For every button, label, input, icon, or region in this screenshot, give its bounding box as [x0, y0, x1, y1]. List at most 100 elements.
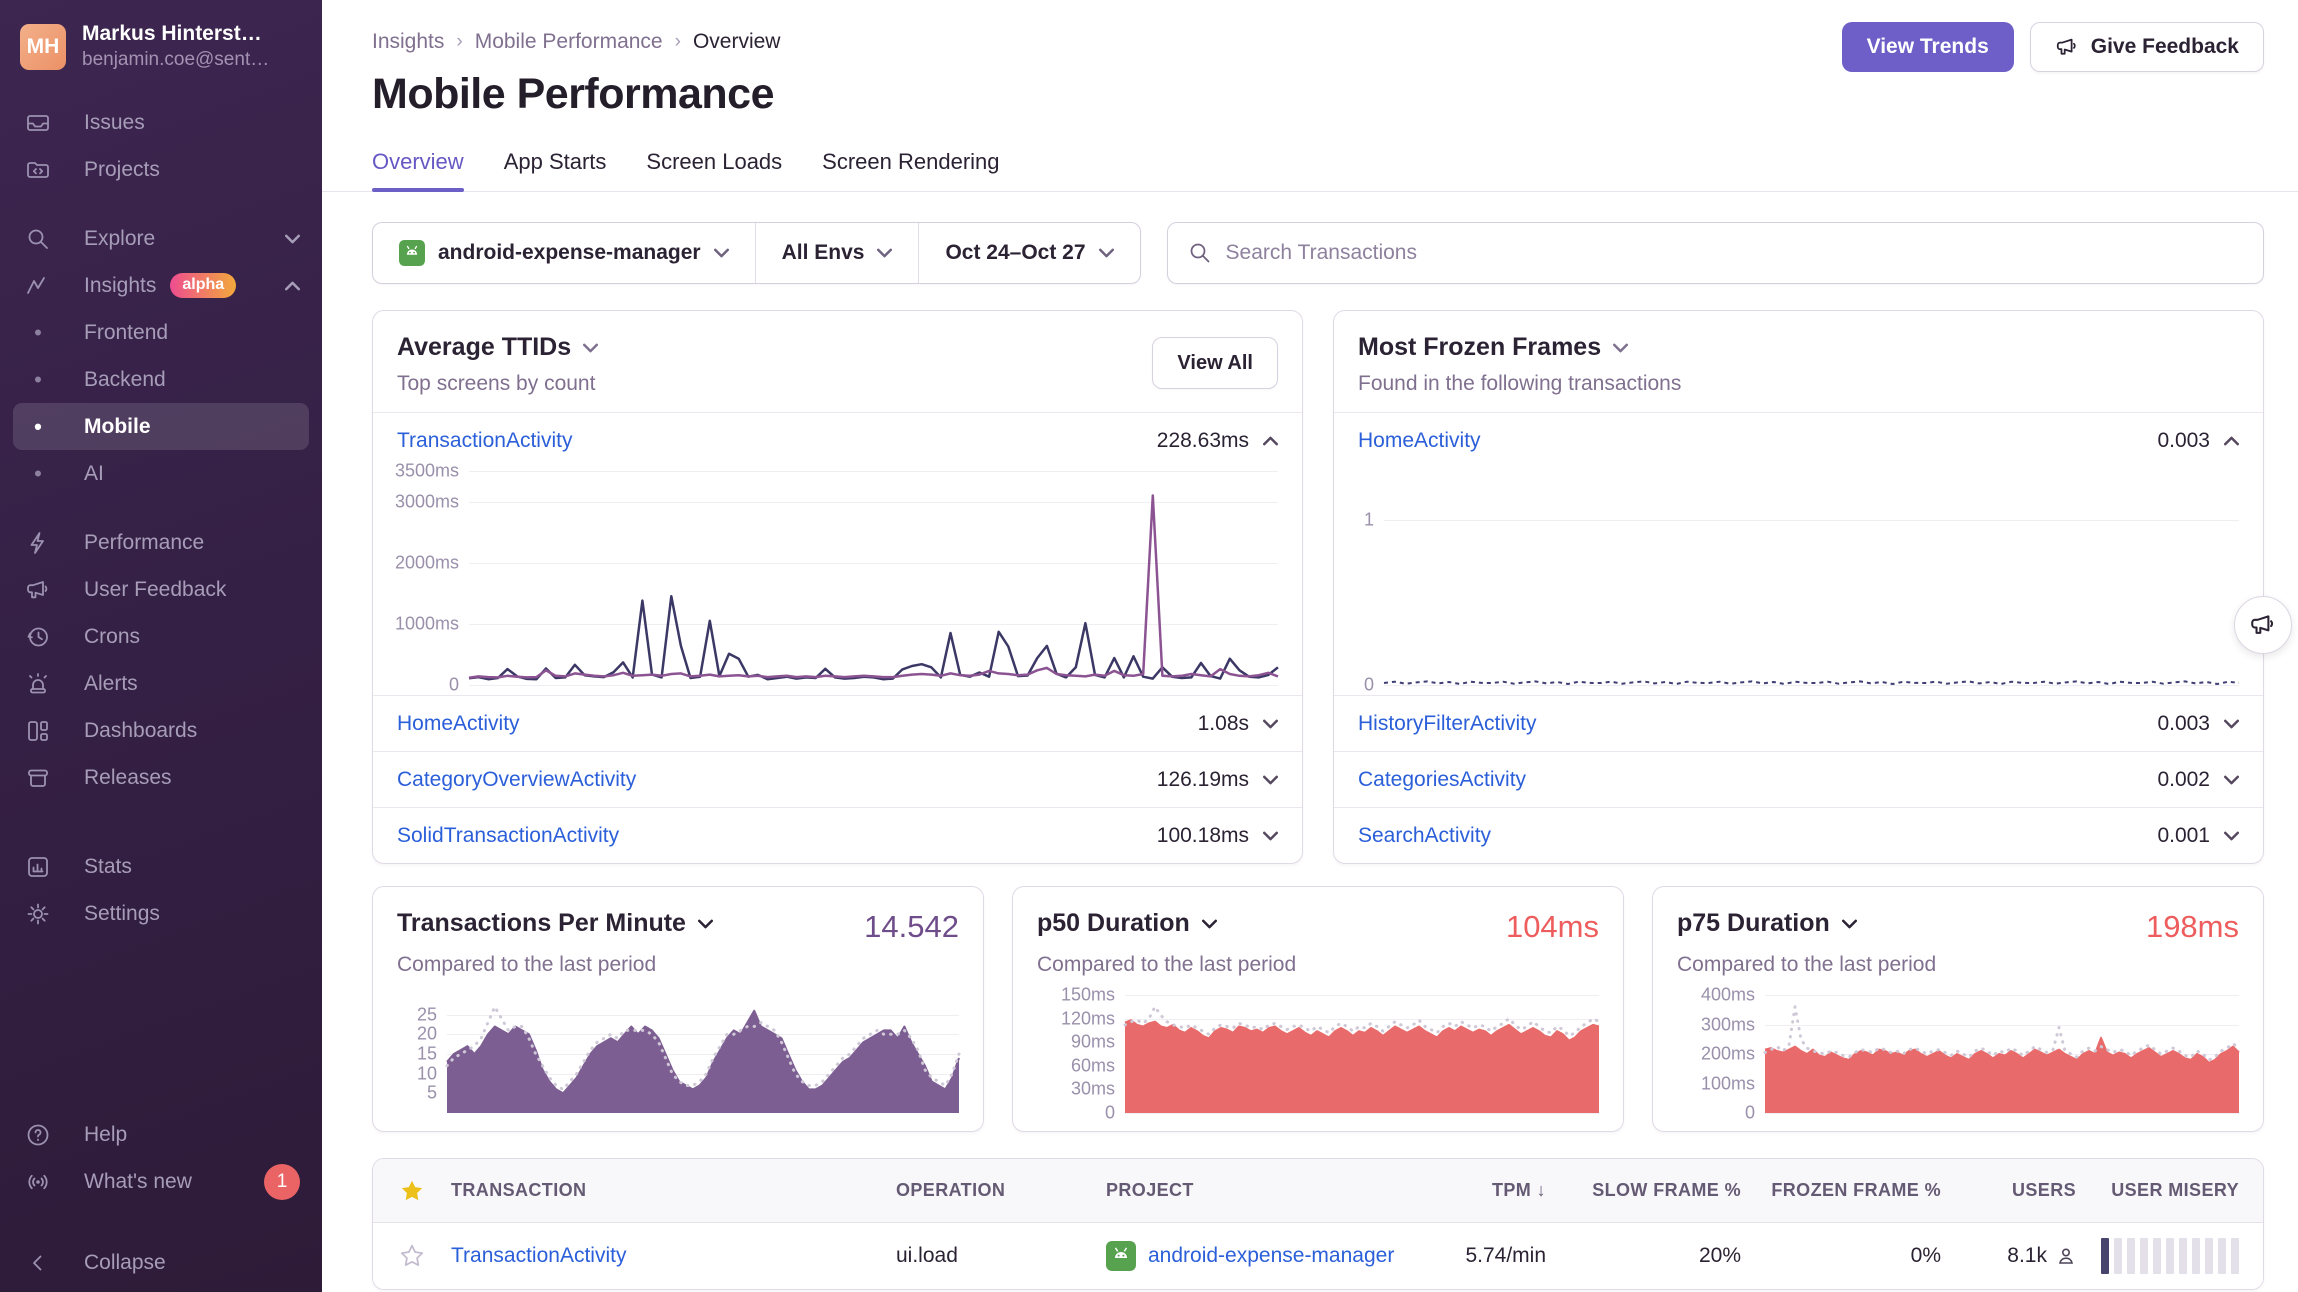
sidebar-item-explore[interactable]: Explore — [0, 215, 322, 262]
screen-link[interactable]: HistoryFilterActivity — [1358, 712, 1537, 736]
transaction-link[interactable]: TransactionActivity — [451, 1244, 626, 1267]
chevron-down-icon — [877, 248, 892, 258]
sidebar-item-mobile[interactable]: • Mobile — [13, 403, 309, 450]
screen-row: HomeActivity 1.08s — [373, 695, 1302, 751]
screen-link[interactable]: HomeActivity — [1358, 429, 1481, 453]
tab-screen-rendering[interactable]: Screen Rendering — [822, 149, 999, 191]
frozen-frames-metric-selector[interactable]: Most Frozen Frames — [1358, 333, 2239, 362]
screen-link[interactable]: CategoryOverviewActivity — [397, 768, 636, 792]
screen-link[interactable]: HomeActivity — [397, 712, 520, 736]
table-header-row: TRANSACTION OPERATION PROJECT TPM ↓ SLOW… — [373, 1159, 2263, 1223]
sidebar-item-performance[interactable]: Performance — [0, 519, 322, 566]
page-title: Mobile Performance — [372, 70, 2264, 119]
user-misery-bars — [2076, 1238, 2263, 1274]
view-all-button[interactable]: View All — [1152, 337, 1278, 389]
environment-selector[interactable]: All Envs — [755, 223, 919, 283]
sidebar: MH Markus Hinterst… benjamin.coe@sent… I… — [0, 0, 322, 1292]
date-range-selector[interactable]: Oct 24–Oct 27 — [918, 223, 1139, 283]
table-row: TransactionActivity ui.load android-expe… — [373, 1223, 2263, 1289]
col-transaction[interactable]: TRANSACTION — [451, 1180, 896, 1201]
sidebar-item-crons[interactable]: Crons — [0, 613, 322, 660]
screen-link[interactable]: SolidTransactionActivity — [397, 824, 619, 848]
col-project[interactable]: PROJECT — [1106, 1180, 1396, 1201]
search-transactions-input[interactable] — [1226, 241, 2243, 265]
sidebar-item-stats[interactable]: Stats — [0, 843, 322, 890]
sidebar-collapse-button[interactable]: Collapse — [0, 1239, 322, 1286]
col-users[interactable]: USERS — [1941, 1180, 2076, 1201]
star-filled-icon[interactable] — [373, 1178, 451, 1204]
screen-row: SolidTransactionActivity 100.18ms — [373, 807, 1302, 863]
screen-link[interactable]: CategoriesActivity — [1358, 768, 1526, 792]
project-selector[interactable]: android-expense-manager — [373, 223, 755, 283]
expand-row-icon[interactable] — [1263, 775, 1278, 785]
panel-subtitle: Top screens by count — [397, 372, 1278, 396]
frozen-frames-chart: 10 — [1334, 471, 2239, 685]
screen-value: 0.003 — [2157, 429, 2210, 453]
tab-bar: Overview App Starts Screen Loads Screen … — [372, 149, 2264, 191]
sidebar-item-backend[interactable]: • Backend — [0, 356, 322, 403]
p50-metric-selector[interactable]: p50 Duration — [1037, 909, 1217, 938]
search-icon — [1188, 241, 1212, 265]
sidebar-item-frontend[interactable]: • Frontend — [0, 309, 322, 356]
col-user-misery[interactable]: USER MISERY — [2076, 1180, 2263, 1201]
sidebar-item-help[interactable]: Help — [0, 1111, 322, 1158]
give-feedback-button[interactable]: Give Feedback — [2030, 22, 2264, 72]
tab-screen-loads[interactable]: Screen Loads — [646, 149, 782, 191]
stat-subtitle: Compared to the last period — [1037, 953, 1599, 977]
breadcrumb-mobile-performance[interactable]: Mobile Performance — [475, 30, 663, 54]
project-link[interactable]: android-expense-manager — [1148, 1244, 1394, 1268]
chevron-up-icon — [285, 281, 300, 291]
expand-row-icon[interactable] — [2224, 831, 2239, 841]
sidebar-item-dashboards[interactable]: Dashboards — [0, 707, 322, 754]
sidebar-item-whats-new[interactable]: What's new 1 — [0, 1158, 322, 1205]
expand-row-icon[interactable] — [2224, 719, 2239, 729]
floating-feedback-button[interactable] — [2234, 596, 2292, 654]
breadcrumb-insights[interactable]: Insights — [372, 30, 444, 54]
panel-title: Average TTIDs — [397, 333, 571, 362]
col-operation[interactable]: OPERATION — [896, 1180, 1106, 1201]
clock-icon — [24, 623, 52, 651]
chevron-left-icon — [24, 1249, 52, 1277]
sidebar-item-user-feedback[interactable]: User Feedback — [0, 566, 322, 613]
screen-value: 100.18ms — [1157, 824, 1249, 848]
sidebar-item-releases[interactable]: Releases — [0, 754, 322, 801]
col-tpm-sorted[interactable]: TPM ↓ — [1396, 1180, 1546, 1201]
sidebar-item-alerts[interactable]: Alerts — [0, 660, 322, 707]
sidebar-item-issues[interactable]: Issues — [0, 99, 322, 146]
screen-row: CategoriesActivity 0.002 — [1334, 751, 2263, 807]
alpha-badge: alpha — [170, 273, 236, 298]
sidebar-item-label: What's new — [84, 1170, 192, 1194]
breadcrumb-separator: › — [675, 31, 681, 53]
sidebar-item-settings[interactable]: Settings — [0, 890, 322, 937]
view-trends-button[interactable]: View Trends — [1842, 22, 2014, 72]
stat-subtitle: Compared to the last period — [1677, 953, 2239, 977]
screen-link[interactable]: SearchActivity — [1358, 824, 1491, 848]
chevron-down-icon — [583, 343, 598, 353]
user-name: Markus Hinterst… — [82, 22, 269, 46]
screen-link[interactable]: TransactionActivity — [397, 429, 572, 453]
col-slow-frame[interactable]: SLOW FRAME % — [1546, 1180, 1741, 1201]
ttid-chart: 3500ms3000ms2000ms1000ms0 — [373, 471, 1278, 685]
collapse-row-icon[interactable] — [1263, 436, 1278, 446]
chevron-down-icon — [698, 919, 713, 929]
expand-row-icon[interactable] — [1263, 831, 1278, 841]
p75-metric-selector[interactable]: p75 Duration — [1677, 909, 1857, 938]
average-ttids-metric-selector[interactable]: Average TTIDs — [397, 333, 1278, 362]
tpm-chart: 252015105 — [397, 995, 959, 1113]
tpm-metric-selector[interactable]: Transactions Per Minute — [397, 909, 713, 938]
screen-row-expanded: HomeActivity 0.003 — [1334, 413, 2263, 469]
tpm-value: 14.542 — [864, 909, 959, 945]
tab-overview[interactable]: Overview — [372, 149, 464, 191]
expand-row-icon[interactable] — [2224, 775, 2239, 785]
screen-value: 1.08s — [1198, 712, 1249, 736]
sidebar-item-ai[interactable]: • AI — [0, 450, 322, 497]
expand-row-icon[interactable] — [1263, 719, 1278, 729]
user-menu[interactable]: MH Markus Hinterst… benjamin.coe@sent… — [0, 0, 322, 81]
tab-app-starts[interactable]: App Starts — [504, 149, 607, 191]
star-outline-icon[interactable] — [373, 1243, 451, 1269]
sidebar-item-insights[interactable]: Insights alpha — [0, 262, 322, 309]
collapse-row-icon[interactable] — [2224, 436, 2239, 446]
sidebar-item-projects[interactable]: Projects — [0, 146, 322, 193]
col-frozen-frame[interactable]: FROZEN FRAME % — [1741, 1180, 1941, 1201]
gear-icon — [24, 900, 52, 928]
